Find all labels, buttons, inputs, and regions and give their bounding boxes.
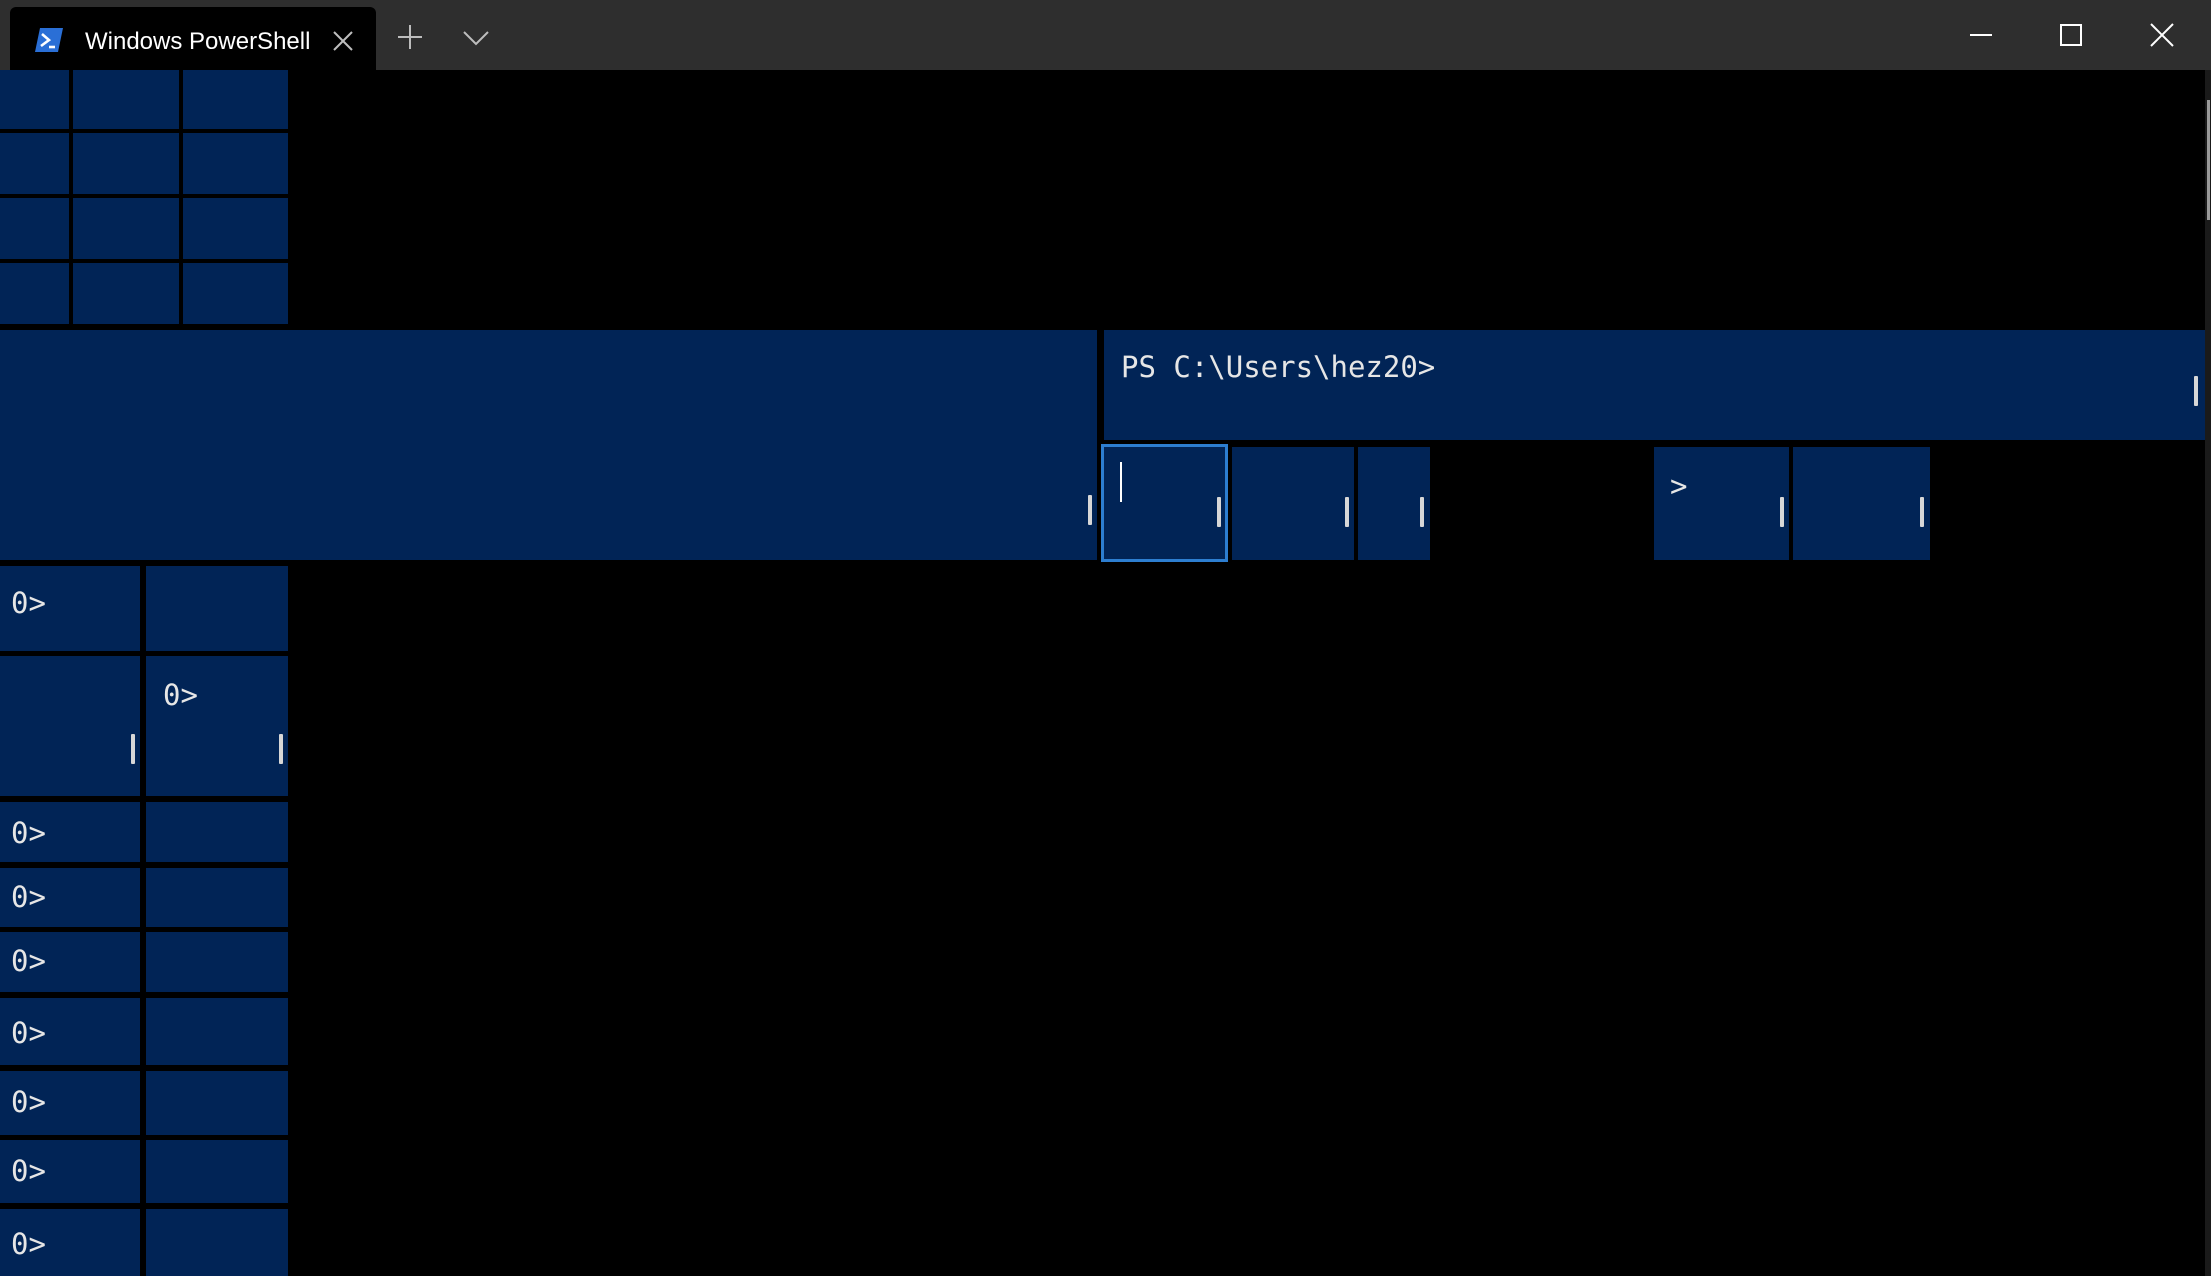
terminal-content — [0, 70, 2205, 1276]
terminal-pane[interactable] — [146, 1071, 288, 1135]
terminal-pane[interactable] — [183, 70, 288, 129]
prompt-text: 0> — [11, 1016, 46, 1050]
prompt-text: 0> — [11, 1085, 46, 1119]
scrollbar-thumb[interactable] — [1920, 497, 1924, 527]
terminal-pane[interactable] — [0, 70, 69, 129]
maximize-icon[interactable] — [2054, 18, 2088, 52]
prompt-text: 0> — [11, 1227, 46, 1261]
terminal-pane[interactable] — [1358, 447, 1430, 560]
minimize-icon[interactable] — [1964, 18, 1998, 52]
terminal-pane[interactable] — [1232, 447, 1354, 560]
terminal-pane[interactable] — [183, 133, 288, 194]
terminal-pane[interactable] — [0, 198, 69, 259]
close-tab-icon[interactable] — [332, 30, 354, 52]
prompt-text: 0> — [11, 586, 46, 620]
terminal-pane[interactable] — [73, 198, 179, 259]
tab-windows-powershell[interactable]: Windows PowerShell — [10, 7, 376, 70]
prompt-text: 0> — [11, 880, 46, 914]
terminal-pane[interactable] — [146, 802, 288, 862]
prompt-text: 0> — [11, 944, 46, 978]
terminal-pane[interactable] — [1793, 447, 1930, 560]
prompt-text: 0> — [11, 816, 46, 850]
close-window-icon[interactable] — [2145, 18, 2179, 52]
scrollbar-thumb[interactable] — [279, 734, 283, 764]
terminal-pane[interactable]: 0> — [0, 868, 140, 927]
terminal-pane[interactable] — [0, 263, 69, 324]
terminal-pane[interactable] — [146, 566, 288, 651]
terminal-pane[interactable] — [73, 70, 179, 129]
terminal-pane[interactable] — [0, 656, 140, 796]
window-scrollbar-thumb[interactable] — [2207, 100, 2210, 220]
terminal-pane[interactable]: 0> — [146, 656, 288, 796]
terminal-pane[interactable]: 0> — [0, 1071, 140, 1135]
terminal-pane[interactable]: 0> — [0, 1140, 140, 1203]
terminal-pane[interactable]: 0> — [0, 998, 140, 1065]
terminal-pane-wide-left[interactable] — [0, 330, 1097, 560]
terminal-pane[interactable] — [73, 133, 179, 194]
scrollbar-thumb[interactable] — [1420, 497, 1424, 527]
terminal-pane[interactable] — [146, 1140, 288, 1203]
title-bar: Windows PowerShell — [0, 0, 2211, 70]
terminal-pane[interactable] — [0, 133, 69, 194]
scrollbar-thumb[interactable] — [1780, 497, 1784, 527]
prompt-text: 0> — [11, 1154, 46, 1188]
terminal-pane[interactable]: 0> — [0, 1209, 140, 1276]
prompt-text: 0> — [163, 678, 198, 712]
scrollbar-thumb[interactable] — [2194, 376, 2198, 406]
scrollbar-thumb[interactable] — [131, 734, 135, 764]
chevron-down-icon[interactable] — [459, 20, 493, 54]
tab-title: Windows PowerShell — [85, 28, 311, 55]
terminal-pane[interactable] — [146, 1209, 288, 1276]
terminal-pane[interactable]: > — [1654, 447, 1789, 560]
text-cursor — [1120, 462, 1122, 502]
terminal-pane[interactable] — [146, 868, 288, 927]
terminal-pane[interactable]: 0> — [0, 566, 140, 651]
terminal-pane[interactable] — [183, 263, 288, 324]
terminal-pane-focused[interactable] — [1101, 444, 1228, 562]
scrollbar-thumb[interactable] — [1217, 497, 1221, 527]
scrollbar-thumb[interactable] — [1345, 497, 1349, 527]
window-scrollbar[interactable] — [2205, 70, 2211, 1276]
terminal-pane[interactable] — [146, 932, 288, 992]
powershell-icon — [35, 28, 63, 52]
scrollbar-thumb[interactable] — [1088, 495, 1092, 525]
new-tab-plus-icon[interactable] — [393, 20, 427, 54]
terminal-pane[interactable]: 0> — [0, 932, 140, 992]
prompt-text: PS C:\Users\hez20> — [1121, 350, 1436, 384]
terminal-pane[interactable] — [183, 198, 288, 259]
terminal-pane[interactable] — [73, 263, 179, 324]
terminal-pane[interactable]: 0> — [0, 802, 140, 862]
prompt-text: > — [1670, 469, 1688, 503]
terminal-pane[interactable] — [146, 998, 288, 1065]
terminal-pane-prompt[interactable]: PS C:\Users\hez20> — [1104, 330, 2205, 440]
